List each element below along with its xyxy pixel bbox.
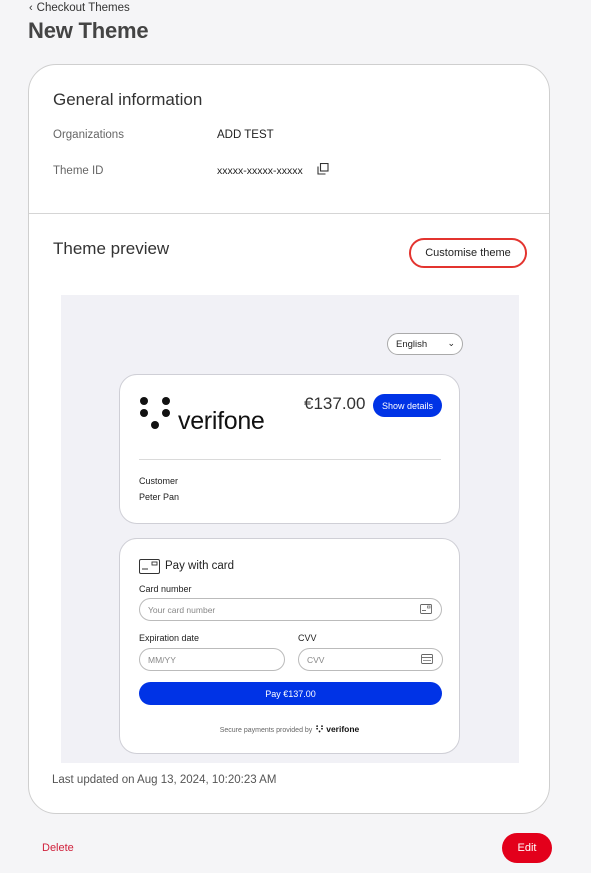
chevron-down-icon: ⌄: [447, 338, 455, 348]
pay-with-card-title: Pay with card: [165, 560, 235, 572]
customer-label: Customer: [139, 476, 179, 486]
back-link-label: Checkout Themes: [36, 2, 130, 14]
amount: €137.00: [304, 394, 366, 413]
theme-id-value: xxxxx-xxxxx-xxxxx: [217, 165, 303, 177]
verifone-logo-text: verifone: [178, 407, 265, 435]
expiration-date-label: Expiration date: [139, 633, 200, 643]
cvv-card-icon: [421, 654, 433, 664]
copy-icon[interactable]: [317, 163, 329, 175]
credit-card-icon: [139, 559, 160, 574]
card-number-input[interactable]: Your card number: [139, 598, 442, 621]
pay-button[interactable]: Pay €137.00: [139, 682, 442, 705]
section-divider: [29, 213, 549, 214]
verifone-small-logo-icon: [316, 725, 324, 733]
expiration-date-input[interactable]: MM/YY: [139, 648, 285, 671]
cvv-placeholder: CVV: [307, 654, 325, 665]
page-title: New Theme: [28, 18, 149, 43]
secure-payments-note: Secure payments provided by verifone: [120, 724, 459, 734]
verifone-logo-icon: [140, 397, 170, 429]
organizations-value: ADD TEST: [217, 129, 274, 141]
delete-button[interactable]: Delete: [42, 842, 74, 854]
order-summary-card: verifone €137.00 Show details Customer P…: [119, 374, 460, 524]
theme-preview-title: Theme preview: [53, 239, 170, 258]
general-information-title: General information: [53, 90, 203, 109]
language-select-value: English: [396, 338, 428, 350]
back-link[interactable]: ‹ Checkout Themes: [29, 2, 130, 14]
summary-divider: [139, 459, 441, 460]
last-updated-text: Last updated on Aug 13, 2024, 10:20:23 A…: [52, 774, 277, 786]
theme-card: General information Organizations ADD TE…: [28, 64, 550, 814]
cvv-label: CVV: [298, 633, 317, 643]
cvv-input[interactable]: CVV: [298, 648, 443, 671]
customise-theme-button[interactable]: Customise theme: [409, 238, 527, 268]
theme-id-label: Theme ID: [53, 165, 104, 177]
language-select[interactable]: English ⌄: [387, 333, 463, 355]
show-details-button[interactable]: Show details: [373, 394, 442, 417]
secure-payments-text: Secure payments provided by: [219, 727, 313, 734]
card-icon: [420, 604, 432, 614]
theme-preview-area: English ⌄ verifone €137.00 Show details …: [61, 295, 519, 763]
card-number-label: Card number: [139, 584, 192, 594]
card-number-placeholder: Your card number: [148, 604, 216, 615]
customer-name: Peter Pan: [139, 492, 180, 502]
edit-button[interactable]: Edit: [502, 833, 552, 863]
expiration-placeholder: MM/YY: [148, 654, 176, 665]
organizations-label: Organizations: [53, 129, 124, 141]
pay-with-card-card: Pay with card Card number Your card numb…: [119, 538, 460, 754]
chevron-left-icon: ‹: [29, 1, 33, 14]
secure-payments-brand: verifone: [326, 724, 360, 734]
